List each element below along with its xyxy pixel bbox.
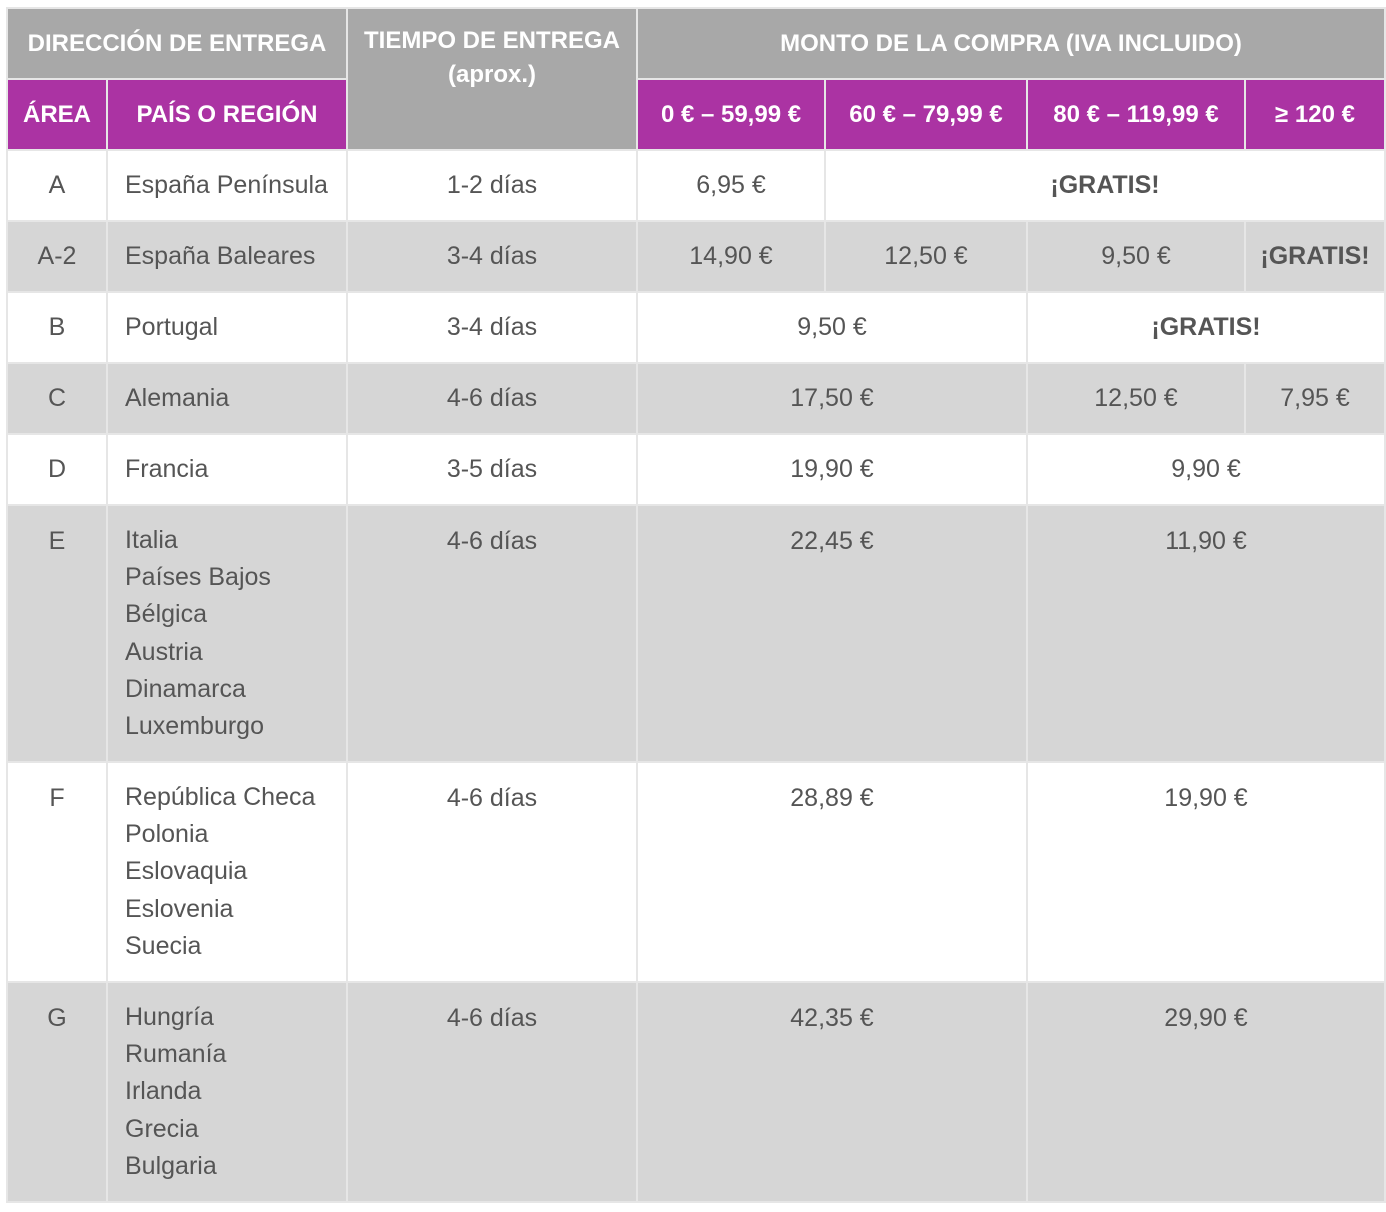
country-name: Italia xyxy=(125,526,178,554)
shipping-rates-table: DIRECCIÓN DE ENTREGA TIEMPO DE ENTREGA (… xyxy=(6,7,1386,1203)
table-row: B Portugal 3-4 días 9,50 € ¡GRATIS! xyxy=(6,291,1386,364)
country-name: Rumanía xyxy=(125,1040,227,1069)
country-name: Bulgaria xyxy=(125,1151,217,1180)
price-cell: 12,50 € xyxy=(824,220,1028,293)
country-cell: República Checa Polonia Eslovaquia Eslov… xyxy=(106,761,348,983)
price-cell-free: ¡GRATIS! xyxy=(1243,220,1386,293)
country-cell: España Baleares xyxy=(106,220,348,293)
table-row: A España Península 1-2 días 6,95 € ¡GRAT… xyxy=(6,149,1386,222)
table-row: A-2 España Baleares 3-4 días 14,90 € 12,… xyxy=(6,220,1386,293)
price-cell: 22,45 € xyxy=(636,504,1028,763)
area-cell: A-2 xyxy=(6,220,108,293)
price-cell: 29,90 € xyxy=(1025,981,1386,1203)
delivery-time-cell: 1-2 días xyxy=(346,149,638,222)
country-cell: Alemania xyxy=(106,362,348,435)
country-name: Países Bajos xyxy=(125,563,271,592)
country-name: Luxemburgo xyxy=(125,712,264,741)
price-cell: 7,95 € xyxy=(1243,362,1386,435)
country-name: Eslovaquia xyxy=(125,857,248,886)
header-range-1: 0 € – 59,99 € xyxy=(636,78,826,151)
header-delivery-time-line2: (aprox.) xyxy=(447,61,536,88)
delivery-time-cell: 3-4 días xyxy=(346,220,638,293)
header-delivery-time: TIEMPO DE ENTREGA (aprox.) xyxy=(346,7,638,151)
header-range-2: 60 € – 79,99 € xyxy=(824,78,1028,151)
table-row: F República Checa Polonia Eslovaquia Esl… xyxy=(6,761,1386,983)
area-cell: A xyxy=(6,149,108,222)
country-name: Suecia xyxy=(125,931,202,960)
price-cell: 17,50 € xyxy=(636,362,1028,435)
price-cell: 12,50 € xyxy=(1026,362,1246,435)
price-cell: 19,90 € xyxy=(1025,761,1386,983)
price-cell: 42,35 € xyxy=(636,981,1028,1203)
country-name: Grecia xyxy=(125,1114,199,1143)
delivery-time-cell: 4-6 días xyxy=(346,981,638,1203)
header-delivery-time-line1: TIEMPO DE ENTREGA xyxy=(363,27,621,54)
price-cell-free: ¡GRATIS! xyxy=(823,149,1386,222)
area-cell: D xyxy=(6,433,108,506)
country-cell: Italia Países Bajos Bélgica Austria Dina… xyxy=(106,504,348,763)
table-row: D Francia 3-5 días 19,90 € 9,90 € xyxy=(6,433,1386,506)
price-cell: 9,50 € xyxy=(1026,220,1246,293)
area-cell: C xyxy=(6,362,108,435)
country-name: Bélgica xyxy=(125,600,207,629)
price-cell: 11,90 € xyxy=(1025,504,1386,763)
delivery-time-cell: 4-6 días xyxy=(346,362,638,435)
table-row: E Italia Países Bajos Bélgica Austria Di… xyxy=(6,504,1386,763)
country-cell: Francia xyxy=(106,433,348,506)
country-name: Polonia xyxy=(125,820,209,849)
area-cell: E xyxy=(6,504,108,763)
delivery-time-cell: 3-5 días xyxy=(346,433,638,506)
price-cell-free: ¡GRATIS! xyxy=(1025,291,1386,364)
country-cell: Portugal xyxy=(106,291,348,364)
country-name: Dinamarca xyxy=(125,674,246,703)
price-cell: 19,90 € xyxy=(636,433,1028,506)
header-range-3: 80 € – 119,99 € xyxy=(1026,78,1246,151)
price-cell: 9,90 € xyxy=(1025,433,1386,506)
header-area: ÁREA xyxy=(6,78,108,151)
price-cell: 28,89 € xyxy=(636,761,1028,983)
header-range-4: ≥ 120 € xyxy=(1243,78,1386,151)
country-name: Eslovenia xyxy=(125,894,234,923)
header-delivery-address: DIRECCIÓN DE ENTREGA xyxy=(6,7,348,80)
country-name: Irlanda xyxy=(125,1077,202,1106)
area-cell: F xyxy=(6,761,108,983)
price-cell: 6,95 € xyxy=(636,149,826,222)
country-name: Austria xyxy=(125,637,203,666)
table-row: G Hungría Rumanía Irlanda Grecia Bulgari… xyxy=(6,981,1386,1203)
delivery-time-cell: 3-4 días xyxy=(346,291,638,364)
delivery-time-cell: 4-6 días xyxy=(346,504,638,763)
country-cell: Hungría Rumanía Irlanda Grecia Bulgaria xyxy=(106,981,348,1203)
country-cell: España Península xyxy=(106,149,348,222)
country-name: Hungría xyxy=(125,1003,214,1031)
delivery-time-cell: 4-6 días xyxy=(346,761,638,983)
country-name: República Checa xyxy=(125,783,316,811)
header-purchase-amount: MONTO DE LA COMPRA (IVA INCLUIDO) xyxy=(635,7,1386,80)
price-cell: 9,50 € xyxy=(636,291,1028,364)
header-country-region: PAÍS O REGIÓN xyxy=(106,78,348,151)
table-row: C Alemania 4-6 días 17,50 € 12,50 € 7,95… xyxy=(6,362,1386,435)
area-cell: B xyxy=(6,291,108,364)
price-cell: 14,90 € xyxy=(636,220,826,293)
area-cell: G xyxy=(6,981,108,1203)
